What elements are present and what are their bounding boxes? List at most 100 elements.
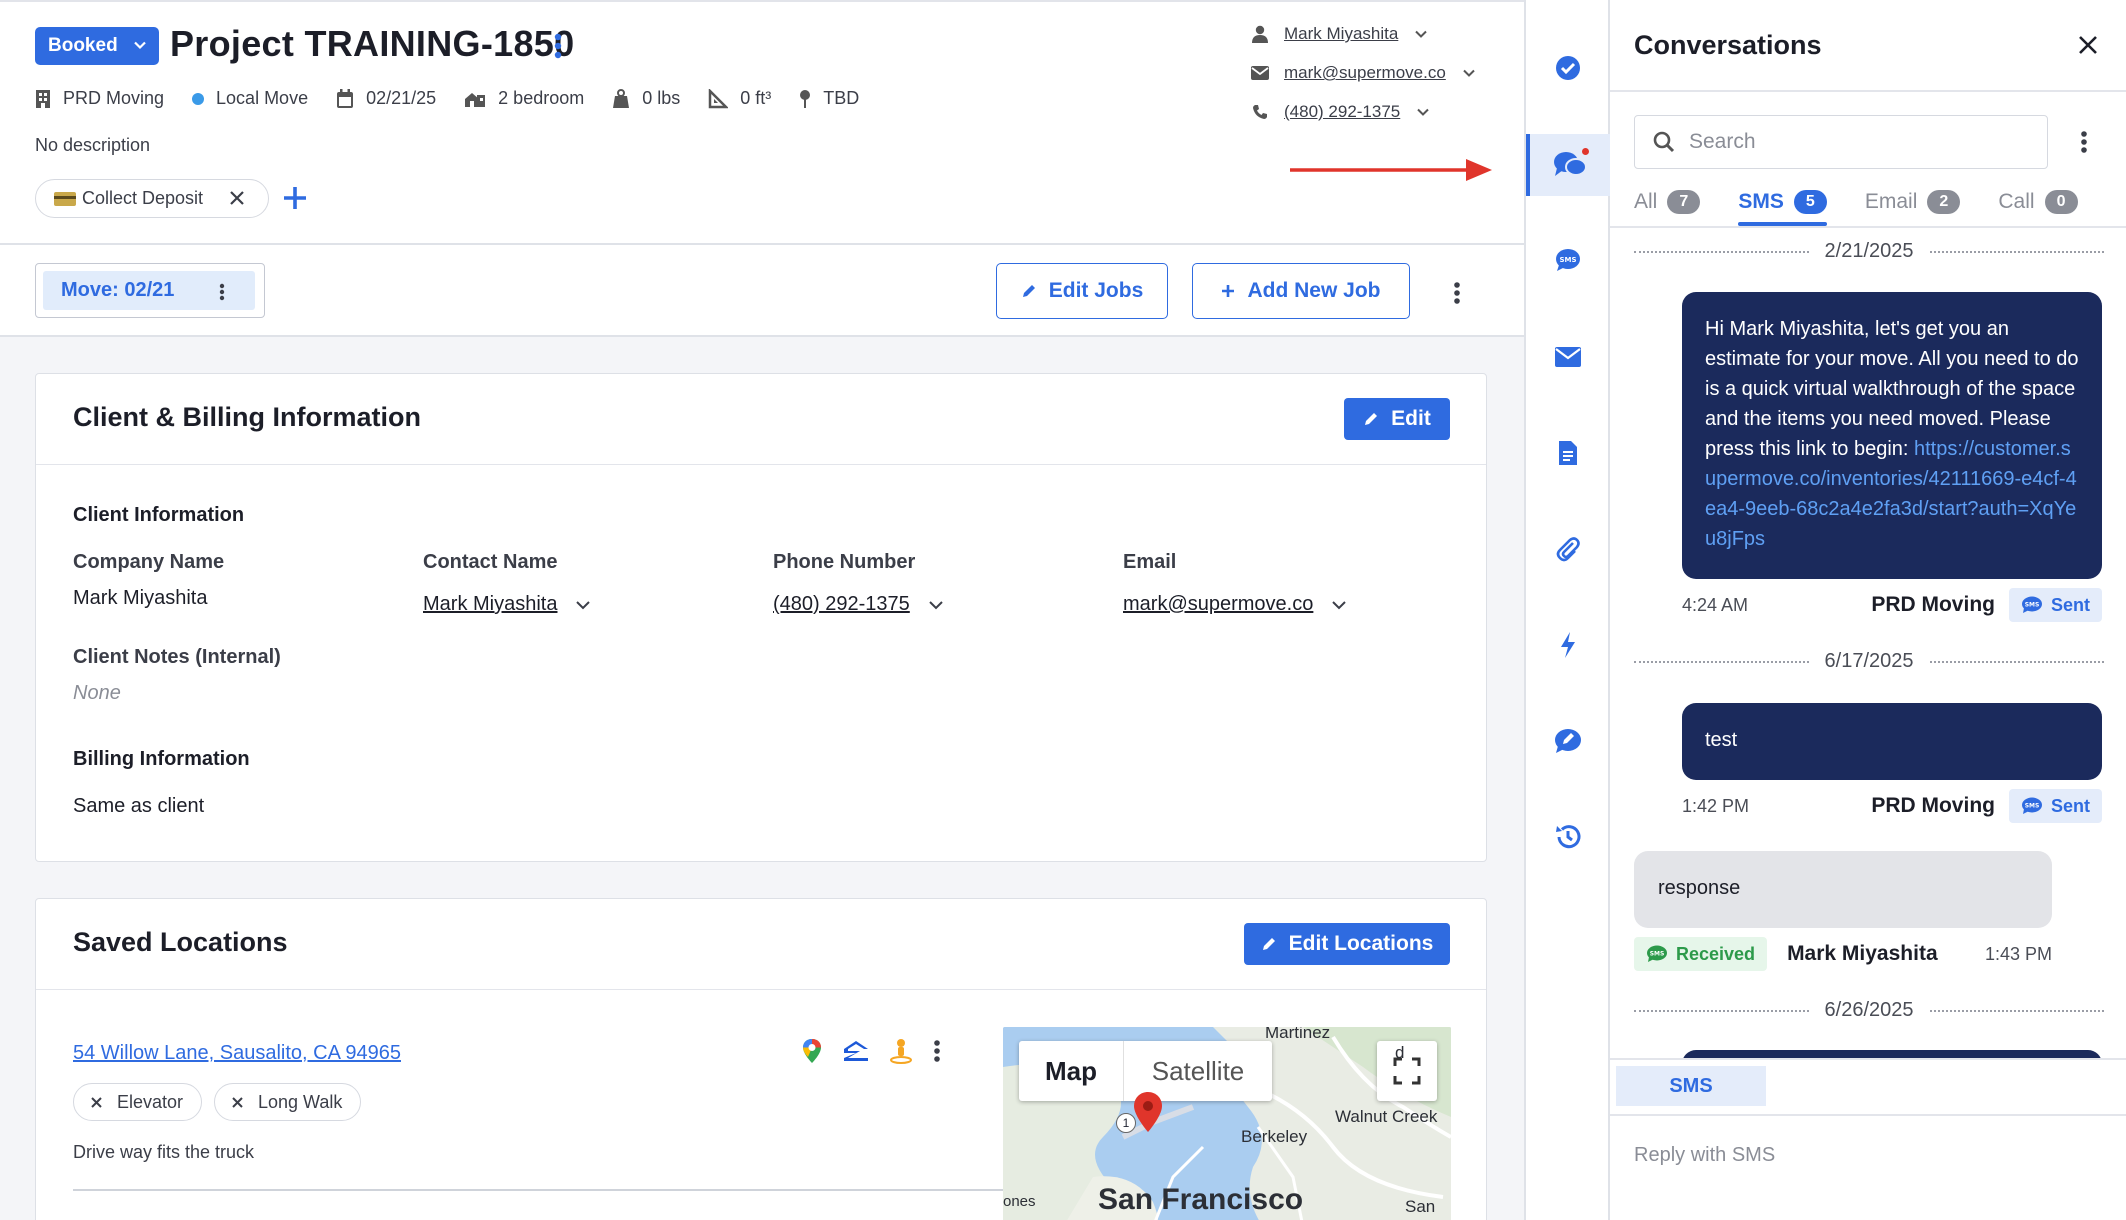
sms-icon: SMS: [2021, 797, 2043, 815]
edit-jobs-label: Edit Jobs: [1048, 279, 1144, 302]
conversations-more-icon[interactable]: [2080, 130, 2088, 154]
move-tab[interactable]: Move: 02/21: [43, 271, 255, 310]
edit-jobs-button[interactable]: Edit Jobs: [996, 263, 1168, 319]
add-new-job-button[interactable]: Add New Job: [1192, 263, 1410, 319]
remove-chip-icon[interactable]: [231, 1096, 244, 1109]
tab-label: SMS: [1738, 190, 1784, 213]
add-tag-plus-icon[interactable]: [282, 185, 308, 211]
location-actions: [801, 1038, 941, 1064]
user-icon: [1250, 25, 1270, 43]
tab-all[interactable]: All 7: [1634, 180, 1701, 224]
chevron-down-icon[interactable]: [1462, 66, 1476, 80]
svg-text:SMS: SMS: [1559, 256, 1576, 264]
contact-name-value[interactable]: Mark Miyashita: [423, 593, 591, 616]
history-icon: [1554, 823, 1582, 851]
remove-chip-icon[interactable]: [90, 1096, 103, 1109]
phone-number-value[interactable]: (480) 292-1375: [773, 593, 944, 616]
weight-icon: [612, 88, 630, 109]
edit-locations-button[interactable]: Edit Locations: [1244, 923, 1450, 965]
status-label: Booked: [48, 35, 118, 56]
house-icon: [464, 90, 486, 108]
rail-history-button[interactable]: [1526, 806, 1610, 868]
chevron-down-icon[interactable]: [1331, 597, 1347, 613]
date-divider-text: 2/21/2025: [1824, 240, 1914, 262]
jobs-more-icon[interactable]: [1453, 281, 1461, 305]
message-time: 1:42 PM: [1682, 795, 1750, 816]
contact-phone-link[interactable]: (480) 292-1375: [1284, 102, 1400, 122]
status-dropdown[interactable]: Booked: [35, 27, 159, 65]
map-label: Walnut Creek: [1335, 1107, 1438, 1126]
phone-number-label: Phone Number: [773, 551, 916, 573]
envelope-icon: [1250, 66, 1270, 80]
meta-location-text: TBD: [823, 88, 860, 108]
search-icon: [1653, 131, 1675, 153]
phone-number-text[interactable]: (480) 292-1375: [773, 593, 910, 616]
rail-comments-button[interactable]: [1526, 710, 1610, 772]
date-divider-text: 6/17/2025: [1824, 650, 1914, 672]
tab-count-badge: 5: [1793, 190, 1827, 214]
chevron-down-icon[interactable]: [1414, 27, 1428, 41]
meta-volume: 0 ft³: [708, 88, 771, 109]
email-text[interactable]: mark@supermove.co: [1123, 593, 1313, 616]
zillow-icon[interactable]: [843, 1040, 869, 1062]
tab-email[interactable]: Email 2: [1865, 180, 1961, 224]
fullscreen-icon[interactable]: [1377, 1041, 1437, 1101]
remove-tag-icon[interactable]: [228, 189, 246, 207]
conversations-panel: Conversations Search All 7 SMS 5 Email 2…: [1610, 0, 2126, 1220]
rail-email-button[interactable]: [1526, 326, 1610, 388]
check-circle-icon: [1555, 55, 1581, 81]
close-icon[interactable]: [2078, 35, 2098, 55]
contact-email-row[interactable]: mark@supermove.co: [1250, 63, 1476, 83]
contact-email-link[interactable]: mark@supermove.co: [1284, 63, 1446, 83]
rail-sms-button[interactable]: SMS: [1526, 229, 1610, 291]
street-view-icon[interactable]: [889, 1038, 913, 1064]
contact-phone-row[interactable]: (480) 292-1375: [1250, 102, 1430, 122]
rail-attachments-button[interactable]: [1526, 518, 1610, 580]
google-maps-icon[interactable]: [801, 1038, 823, 1064]
contact-name-text[interactable]: Mark Miyashita: [423, 593, 557, 616]
annotation-arrow-icon: [1288, 155, 1494, 185]
project-more-icon[interactable]: [553, 32, 563, 60]
email-value[interactable]: mark@supermove.co: [1123, 593, 1347, 616]
search-placeholder: Search: [1689, 130, 1756, 153]
tab-sms[interactable]: SMS 5: [1738, 180, 1827, 226]
conversation-search-input[interactable]: Search: [1634, 115, 2048, 169]
chip-label: Elevator: [117, 1091, 184, 1112]
location-map[interactable]: Map Satellite Martinez d Walnut Creek Be…: [1003, 1027, 1451, 1220]
meta-date: 02/21/25: [336, 88, 436, 109]
chevron-down-icon[interactable]: [928, 597, 944, 613]
project-header: Booked Project TRAINING-1850 PRD Moving …: [0, 0, 1524, 245]
sent-status-text: Sent: [2050, 594, 2090, 615]
map-label: San R: [1405, 1197, 1436, 1220]
compose-sms-tab[interactable]: SMS: [1616, 1066, 1766, 1106]
rail-documents-button[interactable]: [1526, 422, 1610, 484]
map-pin-icon[interactable]: [1133, 1091, 1163, 1133]
project-description: No description: [35, 135, 151, 155]
location-more-icon[interactable]: [933, 1039, 941, 1063]
message-sender: PRD Moving: [1871, 593, 1995, 616]
side-icon-rail: SMS: [1524, 0, 1610, 1220]
map-label: Martinez: [1265, 1027, 1331, 1042]
contact-name-link[interactable]: Mark Miyashita: [1284, 24, 1398, 44]
message-thread[interactable]: 2/21/2025 Hi Mark Miyashita, let's get y…: [1610, 228, 2126, 1058]
location-address-link[interactable]: 54 Willow Lane, Sausalito, CA 94965: [73, 1042, 401, 1065]
contact-name-row[interactable]: Mark Miyashita: [1250, 24, 1428, 44]
tab-call[interactable]: Call 0: [1998, 180, 2078, 224]
rail-conversations-button[interactable]: [1526, 134, 1610, 196]
message-time: 1:43 PM: [1984, 943, 2052, 964]
pencil-icon: [1261, 936, 1277, 952]
map-tab[interactable]: Map: [1019, 1041, 1124, 1101]
chevron-down-icon[interactable]: [575, 597, 591, 613]
rail-tasks-button[interactable]: [1526, 37, 1610, 99]
email-label: Email: [1123, 551, 1177, 573]
svg-text:SMS: SMS: [2025, 602, 2040, 609]
edit-client-button[interactable]: Edit: [1344, 398, 1450, 440]
move-tab-more-icon[interactable]: [219, 283, 225, 301]
rail-automation-button[interactable]: [1526, 614, 1610, 676]
reply-input[interactable]: Reply with SMS: [1634, 1144, 1775, 1167]
edit-client-label: Edit: [1391, 407, 1431, 430]
chevron-down-icon[interactable]: [1416, 105, 1430, 119]
pencil-icon: [1363, 411, 1379, 427]
meta-size: 2 bedroom: [464, 88, 584, 109]
tab-count-badge: 0: [2044, 190, 2078, 214]
